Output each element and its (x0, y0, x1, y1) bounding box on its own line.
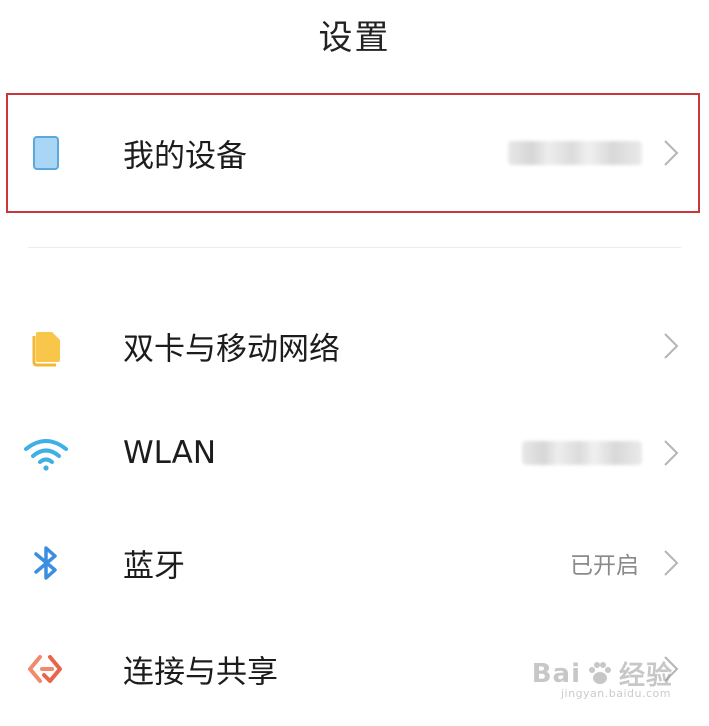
settings-item-label: WLAN (123, 435, 217, 471)
sim-card-icon (22, 322, 70, 370)
chevron-right-icon (664, 550, 679, 576)
device-name-redacted (508, 141, 642, 165)
bluetooth-status: 已开启 (570, 553, 639, 579)
chevron-right-icon (664, 140, 679, 166)
chevron-right-icon (664, 440, 679, 466)
settings-item-sim-network[interactable]: 双卡与移动网络 (0, 296, 709, 396)
settings-item-bluetooth[interactable]: 蓝牙 已开启 (0, 513, 709, 613)
watermark-brand: Bai (531, 658, 581, 689)
settings-item-wlan[interactable]: WLAN (0, 403, 709, 503)
settings-item-label: 双卡与移动网络 (123, 331, 340, 368)
bluetooth-icon (22, 539, 70, 587)
section-divider (28, 247, 681, 248)
connection-sharing-icon (22, 645, 70, 693)
settings-item-label: 蓝牙 (123, 548, 185, 585)
settings-item-label: 我的设备 (123, 138, 247, 175)
settings-item-my-device[interactable]: 我的设备 (0, 103, 709, 203)
device-icon (22, 129, 70, 177)
page-title: 设置 (318, 18, 391, 58)
paw-icon (588, 661, 611, 684)
baidu-jingyan-watermark: Bai 经验 jingyan.baidu.com (531, 655, 673, 701)
watermark-url: jingyan.baidu.com (560, 687, 671, 700)
wifi-icon (22, 429, 70, 477)
wifi-name-redacted (522, 441, 642, 465)
settings-item-label: 连接与共享 (123, 654, 278, 691)
chevron-right-icon (664, 333, 679, 359)
